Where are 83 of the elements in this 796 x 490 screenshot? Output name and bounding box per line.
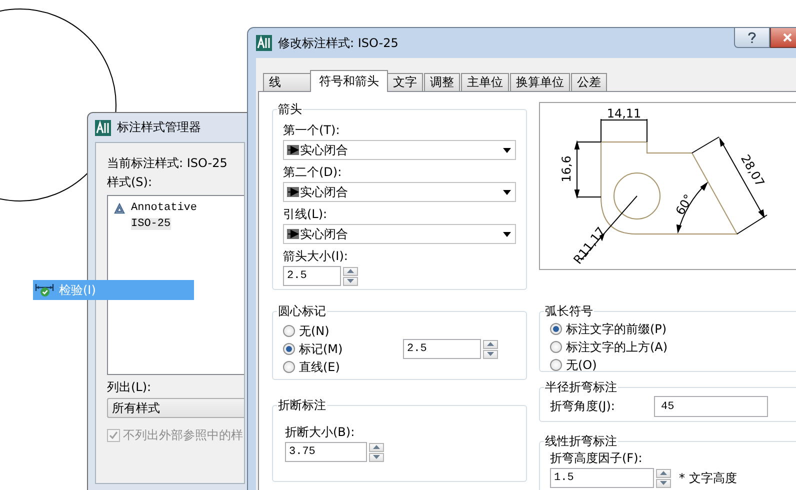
- field-label: 折断大小(B):: [284, 424, 356, 440]
- caret-icon: [503, 190, 511, 194]
- tab[interactable]: 调整: [424, 73, 460, 91]
- tab[interactable]: 线: [263, 73, 311, 91]
- group-title: 弧长符号: [544, 303, 594, 320]
- close-icon: [783, 33, 792, 42]
- app-icon: [95, 120, 111, 136]
- radio-button[interactable]: [550, 359, 562, 371]
- checkbox-label: 不列出外部参照中的样: [123, 427, 243, 444]
- field-label: 样式(S):: [107, 174, 154, 190]
- annotative-icon: [114, 202, 125, 214]
- tab[interactable]: 主单位: [461, 73, 509, 91]
- option-label: 标注文字的前缀(P): [566, 320, 667, 338]
- number-field[interactable]: 1.5: [550, 468, 654, 488]
- radio-button[interactable]: [283, 343, 295, 355]
- triangle-up-icon: [487, 342, 494, 346]
- arrowhead-icon: [287, 145, 299, 155]
- group-title: 箭头: [277, 101, 303, 118]
- tab[interactable]: 公差: [571, 73, 607, 91]
- group-title: 线性折弯标注: [544, 433, 618, 450]
- field-label: 第二个(D):: [283, 164, 343, 180]
- tab[interactable]: 符号和箭头: [310, 70, 388, 92]
- list-dropdown[interactable]: 所有样式: [107, 398, 244, 418]
- spin-down-button[interactable]: [483, 350, 498, 358]
- field-label: 折弯角度(J):: [550, 398, 616, 415]
- field-label: 列出(L):: [107, 379, 152, 395]
- triangle-up-icon: [660, 471, 667, 475]
- spin-up-button[interactable]: [369, 442, 384, 452]
- arrowhead-dropdown[interactable]: 实心闭合: [283, 224, 516, 244]
- radio-button[interactable]: [550, 341, 562, 353]
- current-style-label: 当前标注样式: ISO-25: [107, 155, 228, 171]
- triangle-up-icon: [347, 269, 354, 273]
- spin-down-button[interactable]: [369, 452, 384, 462]
- radio-button[interactable]: [550, 323, 562, 335]
- spin-down-button[interactable]: [343, 276, 358, 286]
- field-label: 箭头大小(I):: [283, 248, 349, 264]
- triangle-down-icon: [487, 352, 494, 356]
- group-title: 半径折弯标注: [544, 379, 618, 396]
- option-label: 无(O): [566, 356, 597, 374]
- caret-icon: [503, 148, 511, 152]
- triangle-down-icon: [373, 455, 380, 459]
- option-label: 标记(M): [299, 340, 343, 358]
- spin-up-button[interactable]: [483, 340, 498, 348]
- number-field[interactable]: 2.5: [403, 339, 481, 359]
- unit-label: * 文字高度: [679, 470, 737, 486]
- dimension-label: 16,6: [559, 156, 574, 182]
- dimension-label: 14,11: [606, 106, 642, 120]
- dimension-label: 60°: [673, 192, 696, 218]
- field-label: 第一个(T):: [283, 122, 341, 138]
- angle-field[interactable]: 45: [654, 396, 768, 417]
- radio-button[interactable]: [283, 361, 295, 373]
- arrowhead-icon: [287, 187, 299, 197]
- dimension-check-icon: [35, 283, 55, 297]
- option-label: 直线(E): [299, 358, 340, 376]
- group-title: 圆心标记: [277, 303, 327, 320]
- number-field[interactable]: 2.5: [283, 266, 341, 286]
- triangle-down-icon: [660, 481, 667, 485]
- number-field[interactable]: 3.75: [285, 442, 367, 462]
- option-label: 无(N): [299, 322, 330, 340]
- arrowhead-dropdown[interactable]: 实心闭合: [283, 182, 516, 202]
- caret-icon: [503, 232, 511, 236]
- triangle-up-icon: [373, 445, 380, 449]
- arrowhead-dropdown[interactable]: 实心闭合: [283, 140, 516, 160]
- field-label: 引线(L):: [283, 206, 328, 222]
- window-title: 标注样式管理器: [117, 119, 201, 136]
- spin-up-button[interactable]: [343, 266, 358, 276]
- close-button[interactable]: [770, 28, 796, 48]
- radio-button[interactable]: [283, 325, 295, 337]
- window-title: 修改标注样式: ISO-25: [278, 34, 400, 52]
- group-title: 折断标注: [277, 397, 327, 414]
- help-button[interactable]: [734, 28, 770, 48]
- list-item[interactable]: Annotative: [131, 202, 198, 214]
- list-item[interactable]: ISO-25: [131, 218, 171, 230]
- arrowhead-icon: [287, 229, 299, 239]
- spin-up-button[interactable]: [656, 468, 671, 478]
- tab[interactable]: 换算单位: [510, 73, 570, 91]
- tab[interactable]: 文字: [387, 73, 423, 91]
- option-label: 标注文字的上方(A): [566, 338, 668, 356]
- app-icon: [256, 35, 272, 51]
- triangle-down-icon: [347, 279, 354, 283]
- spin-down-button[interactable]: [656, 478, 671, 488]
- help-icon: [748, 32, 756, 44]
- field-label: 折弯高度因子(F):: [550, 450, 644, 466]
